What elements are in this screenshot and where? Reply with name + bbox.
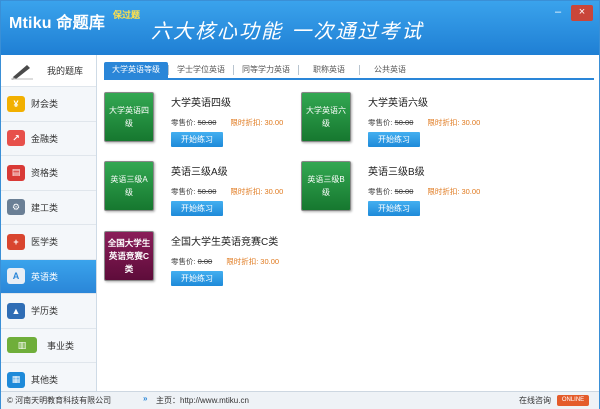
retail-price-label: 零售价: xyxy=(171,257,196,266)
homepage-link[interactable]: 主页：http://www.mtiku.cn xyxy=(156,395,249,406)
copyright-text: © 河南天明教育科技有限公司 xyxy=(7,396,112,405)
course-title: 大学英语六级 xyxy=(368,98,428,109)
gear-icon: ⚙ xyxy=(7,199,25,216)
sidebar-item-education[interactable]: ▲ 学历类 xyxy=(1,294,96,329)
discount-price: 30.00 xyxy=(461,187,481,196)
sidebar-item-qualification[interactable]: ▤ 资格类 xyxy=(1,156,96,191)
retail-price-label: 零售价: xyxy=(368,118,393,127)
start-practice-button[interactable]: 开始练习 xyxy=(171,271,223,286)
sidebar-item-medical[interactable]: + 医学类 xyxy=(1,225,96,260)
course-title: 英语三级B级 xyxy=(368,167,425,178)
discount-label: 限时折扣: xyxy=(427,187,460,196)
course-title: 英语三级A级 xyxy=(171,167,228,178)
start-practice-button[interactable]: 开始练习 xyxy=(171,201,223,216)
retail-price-label: 零售价: xyxy=(368,187,393,196)
sidebar-item-label: 英语类 xyxy=(31,271,59,282)
retail-price: 50.00 xyxy=(197,118,217,127)
retail-price: 50.00 xyxy=(394,187,414,196)
grid-icon: ▦ xyxy=(7,371,25,388)
tab-cet[interactable]: 大学英语等级 xyxy=(104,62,168,78)
course-card: 大学英语六级 大学英语六级 零售价: 50.00 限时折扣: 30.00 开始练习 xyxy=(301,92,491,154)
retail-price: 50.00 xyxy=(394,118,414,127)
course-card: 英语三级A级 英语三级A级 零售价: 50.00 限时折扣: 30.00 开始练习 xyxy=(104,161,294,223)
medical-kit-icon: + xyxy=(7,233,25,250)
graduation-cap-icon: ▲ xyxy=(7,302,25,319)
finance-icon: ↗ xyxy=(7,130,25,147)
category-tabs: 大学英语等级 学士学位英语 同等学力英语 职称英语 公共英语 xyxy=(104,61,420,79)
sidebar-item-my-bank[interactable]: 我的题库 xyxy=(1,55,96,87)
course-cover[interactable]: 大学英语四级 xyxy=(104,92,154,142)
app-logo: Mtiku 命题库 xyxy=(9,15,106,32)
sidebar-item-finance[interactable]: ↗ 金融类 xyxy=(1,122,96,156)
discount-label: 限时折扣: xyxy=(230,118,263,127)
course-title: 大学英语四级 xyxy=(171,98,231,109)
course-cover[interactable]: 全国大学生英语竞赛C类 xyxy=(104,231,154,281)
start-practice-button[interactable]: 开始练习 xyxy=(368,201,420,216)
course-cover[interactable]: 大学英语六级 xyxy=(301,92,351,142)
sidebar-item-label: 资格类 xyxy=(31,168,59,179)
price-row: 零售价: 50.00 限时折扣: 30.00 xyxy=(368,186,480,197)
start-practice-button[interactable]: 开始练习 xyxy=(368,132,420,147)
sidebar-item-label: 其他类 xyxy=(31,375,59,386)
double-chevron-icon: » xyxy=(143,394,148,403)
retail-price-label: 零售价: xyxy=(171,187,196,196)
course-card: 大学英语四级 大学英语四级 零售价: 50.00 限时折扣: 30.00 开始练习 xyxy=(104,92,294,154)
tab-bachelor-degree-english[interactable]: 学士学位英语 xyxy=(169,62,233,78)
sidebar: 我的题库 ¥ 财会类 ↗ 金融类 ▤ 资格类 ⚙ 建工类 + 医学类 A 英语类… xyxy=(1,55,97,398)
title-bar[interactable]: Mtiku 命题库 保过题 六大核心功能 一次通过考试 – × xyxy=(1,1,599,55)
tab-professional-english[interactable]: 职称英语 xyxy=(299,62,359,78)
app-window: Mtiku 命题库 保过题 六大核心功能 一次通过考试 – × 我的题库 ¥ 财… xyxy=(0,0,600,409)
sidebar-item-finance-accounting[interactable]: ¥ 财会类 xyxy=(1,87,96,122)
discount-price: 30.00 xyxy=(260,257,280,266)
course-cover[interactable]: 英语三级B级 xyxy=(301,161,351,211)
discount-label: 限时折扣: xyxy=(427,118,460,127)
course-cover[interactable]: 英语三级A级 xyxy=(104,161,154,211)
price-row: 零售价: 50.00 限时折扣: 30.00 xyxy=(171,117,283,128)
price-row: 零售价: 0.00 限时折扣: 30.00 xyxy=(171,256,279,267)
retail-price-label: 零售价: xyxy=(171,118,196,127)
minimize-button[interactable]: – xyxy=(547,5,569,21)
tab-equivalent-english[interactable]: 同等学力英语 xyxy=(234,62,298,78)
sidebar-item-english[interactable]: A 英语类 xyxy=(1,259,96,294)
online-badge[interactable]: ONLINE xyxy=(557,395,589,406)
discount-price: 30.00 xyxy=(264,187,284,196)
sidebar-item-label: 学历类 xyxy=(31,306,59,317)
close-button[interactable]: × xyxy=(571,5,593,21)
discount-label: 限时折扣: xyxy=(230,187,263,196)
sidebar-item-public-institution[interactable]: ▥ 事业类 xyxy=(1,329,96,363)
logo-badge: 保过题 xyxy=(113,10,141,20)
price-row: 零售价: 50.00 限时折扣: 30.00 xyxy=(171,186,283,197)
course-card: 全国大学生英语竞赛C类 全国大学生英语竞赛C类 零售价: 0.00 限时折扣: 30.… xyxy=(104,231,294,293)
discount-label: 限时折扣: xyxy=(226,257,259,266)
course-title: 全国大学生英语竞赛C类 xyxy=(171,237,279,248)
retail-price: 50.00 xyxy=(197,187,217,196)
sidebar-item-construction[interactable]: ⚙ 建工类 xyxy=(1,191,96,225)
books-icon: ▥ xyxy=(7,337,37,354)
sidebar-item-label: 金融类 xyxy=(31,133,59,144)
language-icon: A xyxy=(7,268,25,285)
sidebar-item-label: 财会类 xyxy=(31,99,59,110)
course-card: 英语三级B级 英语三级B级 零售价: 50.00 限时折扣: 30.00 开始练习 xyxy=(301,161,491,223)
tab-underline xyxy=(104,78,594,80)
status-bar: © 河南天明教育科技有限公司 » 主页：http://www.mtiku.cn … xyxy=(1,391,599,409)
sidebar-item-label: 事业类 xyxy=(47,340,75,351)
tab-public-english[interactable]: 公共英语 xyxy=(360,62,420,78)
certificate-icon: ▤ xyxy=(7,164,25,181)
discount-price: 30.00 xyxy=(264,118,284,127)
pencil-icon xyxy=(7,63,37,80)
sidebar-item-label: 建工类 xyxy=(31,202,59,213)
sidebar-item-label: 我的题库 xyxy=(47,66,84,76)
start-practice-button[interactable]: 开始练习 xyxy=(171,132,223,147)
retail-price: 0.00 xyxy=(197,257,213,266)
sidebar-item-label: 医学类 xyxy=(31,237,59,248)
discount-price: 30.00 xyxy=(461,118,481,127)
coin-icon: ¥ xyxy=(7,95,25,112)
slogan: 六大核心功能 一次通过考试 xyxy=(151,19,424,43)
online-consult-link[interactable]: 在线咨询 xyxy=(519,395,551,406)
price-row: 零售价: 50.00 限时折扣: 30.00 xyxy=(368,117,480,128)
